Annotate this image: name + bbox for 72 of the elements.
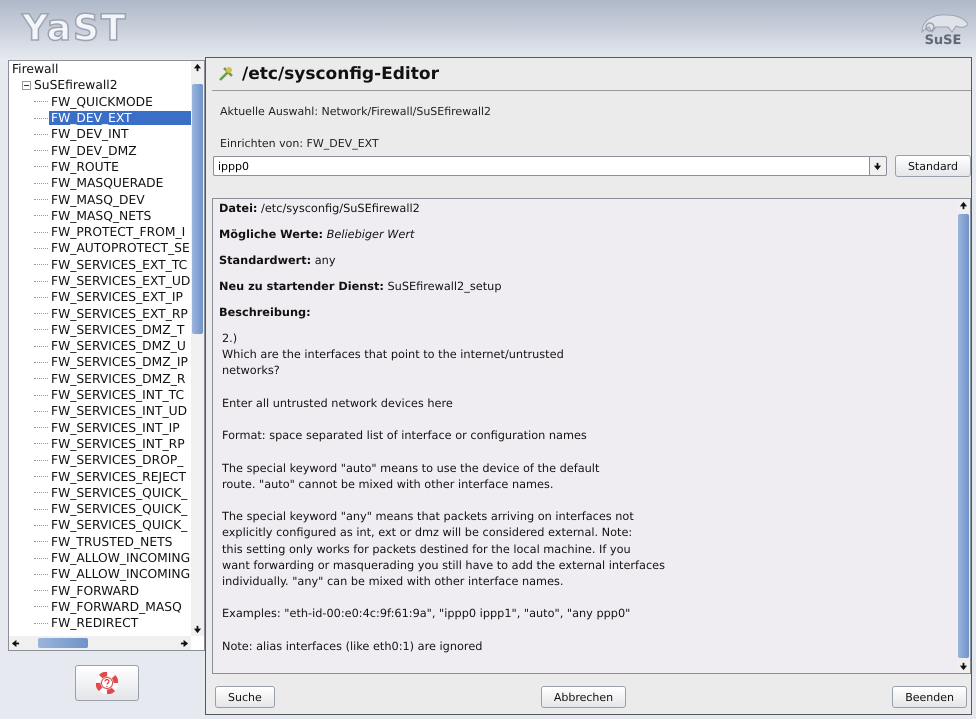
description-paragraph: Format: space separated list of interface or configuration names [222, 428, 588, 444]
tree-item[interactable]: FW_SERVICES_REJECT [49, 470, 188, 484]
tree-item[interactable]: FW_ROUTE [49, 160, 121, 174]
tree-item[interactable]: FW_SERVICES_DMZ_IP [49, 355, 190, 370]
tree-item[interactable]: FW_SERVICES_INT_RP [49, 436, 187, 451]
dropdown-button[interactable] [868, 156, 887, 176]
tree-item[interactable]: FW_SERVICES_INT_IP [49, 420, 182, 435]
collapse-icon[interactable] [22, 80, 31, 90]
vertical-scrollbar[interactable] [957, 199, 970, 673]
tree-item[interactable]: FW_MASQ_DEV [49, 192, 147, 207]
scroll-down-icon[interactable] [193, 625, 202, 634]
tree-item[interactable]: FW_SERVICES_DMZ_U [49, 339, 188, 354]
vertical-scrollbar[interactable] [191, 61, 204, 636]
tree-item[interactable]: FW_REDIRECT [49, 616, 140, 630]
editor-title: /etc/sysconfig-Editor [242, 64, 439, 84]
tree-item[interactable]: FW_DEV_DMZ [49, 144, 139, 158]
info-line: Neu zu startender Dienst: SuSEfirewall2_setup [219, 279, 502, 295]
tree-item[interactable]: FW_FORWARD [49, 584, 142, 598]
tree-item[interactable]: FW_SERVICES_DMZ_R [49, 372, 188, 386]
tree-item[interactable]: FW_SERVICES_QUICK_ [49, 518, 190, 532]
tree-item[interactable]: FW_FORWARD_MASQ [49, 600, 184, 614]
tree-item[interactable]: FW_SERVICES_QUICK_ [49, 486, 190, 500]
info-line: Mögliche Werte: Beliebiger Wert [219, 227, 416, 243]
tree-item[interactable]: FW_DEV_INT [49, 127, 131, 142]
horizontal-scrollbar[interactable] [9, 636, 191, 650]
dropdown-icon [873, 162, 882, 170]
info-line: Standardwert: any [219, 253, 337, 269]
description-paragraph: Note: alias interfaces (like eth0:1) are ignored [222, 638, 484, 655]
tree-item[interactable]: SuSEfirewall2 [32, 78, 120, 92]
description-paragraph: The special keyword "any" means that packets arriving on interfaces not explicitly configured as int, ext or dmz will be considered external. Note: this setting only works for packets destined for the local machine. If you want forwarding or masquerading you still have to add the external interfaces individually. "any" can be mixed with other interface names. [222, 509, 666, 590]
description-paragraph: 2.) Which are the interfaces that point to the internet/untrusted networks? [222, 331, 565, 380]
tools-icon [218, 66, 234, 82]
tree-item[interactable]: Firewall [10, 62, 60, 76]
help-button[interactable] [74, 665, 138, 701]
tree-item[interactable]: FW_PROTECT_FROM_I [49, 225, 188, 240]
info-line: Datei: /etc/sysconfig/SuSEfirewall2 [219, 201, 421, 217]
tree-item[interactable]: FW_MASQUERADE [49, 176, 166, 190]
tree-item[interactable]: FW_SERVICES_EXT_UD [49, 274, 191, 288]
tree-item[interactable]: FW_SERVICES_EXT_RP [49, 306, 190, 321]
tree-item[interactable]: FW_MASQ_NETS [49, 208, 154, 223]
dialog-button[interactable]: Abbrechen [540, 686, 626, 708]
tree-item[interactable]: FW_TRUSTED_NETS [49, 534, 174, 549]
dialog-button[interactable]: Suche [215, 686, 275, 708]
tree-item[interactable]: FW_SERVICES_DROP_ [49, 453, 186, 468]
setup-label: Einrichten von: FW_DEV_EXT [219, 137, 380, 150]
tree-item[interactable]: FW_SERVICES_EXT_IP [49, 290, 185, 304]
default-button[interactable]: Standard [894, 155, 971, 177]
tree-item[interactable]: FW_ALLOW_INCOMING [49, 567, 191, 582]
dialog-button[interactable]: Beenden [892, 686, 967, 708]
suse-logo: SuSE [924, 34, 962, 47]
scroll-up-icon[interactable] [193, 63, 202, 72]
scroll-right-icon[interactable] [180, 638, 189, 648]
info-line: Beschreibung: [219, 305, 312, 321]
current-selection-label: Aktuelle Auswahl: Network/Firewall/SuSEfirewall2 [219, 105, 492, 118]
scroll-down-icon[interactable] [959, 662, 968, 671]
tree-item[interactable]: FW_SERVICES_EXT_TC [49, 258, 190, 272]
description-paragraph: Enter all untrusted network devices here [222, 396, 454, 412]
scroll-up-icon[interactable] [959, 201, 968, 210]
scroll-left-icon[interactable] [11, 638, 20, 648]
description-paragraph: The special keyword "auto" means to use the device of the default route. "auto" cannot be mixed with other interface names. [222, 460, 600, 493]
tree-item[interactable]: FW_AUTOPROTECT_SE [49, 241, 191, 256]
tree-item[interactable]: FW_SERVICES_DMZ_T [49, 322, 186, 337]
tree-item[interactable]: FW_QUICKMODE [49, 94, 155, 109]
tree-item[interactable]: FW_ALLOW_INCOMING [49, 551, 191, 566]
tree-item[interactable]: FW_SERVICES_INT_UD [49, 404, 190, 418]
description-paragraph: Examples: "eth-id-00:e0:4c:9f:61:9a", "ippp0 ippp1", "auto", "any ppp0" [222, 606, 632, 622]
lifebuoy-icon [96, 672, 118, 694]
tree-item[interactable]: FW_DEV_EXT [49, 111, 191, 126]
yast-logo: YaST [22, 8, 128, 49]
value-field[interactable]: ippp0 [213, 156, 869, 176]
tree-item[interactable]: FW_SERVICES_QUICK_ [49, 502, 190, 516]
tree-item[interactable]: FW_SERVICES_INT_TC [49, 388, 186, 402]
